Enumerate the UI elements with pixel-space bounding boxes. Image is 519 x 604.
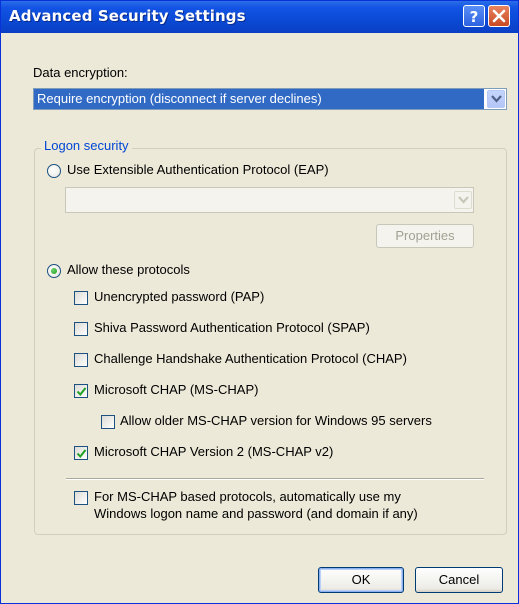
chap-checkbox[interactable]: [74, 353, 88, 367]
ms-chap-v2-checkbox[interactable]: [74, 446, 88, 460]
cancel-button-label: Cancel: [438, 572, 480, 587]
svg-text:?: ?: [470, 8, 479, 26]
pap-label[interactable]: Unencrypted password (PAP): [94, 289, 264, 304]
chap-label[interactable]: Challenge Handshake Authentication Proto…: [94, 351, 407, 366]
dropdown-button[interactable]: [487, 90, 505, 108]
ok-button-label: OK: [351, 572, 371, 587]
spap-checkbox[interactable]: [74, 322, 88, 336]
auto-logon-label-line1[interactable]: For MS-CHAP based protocols, automatical…: [94, 489, 401, 504]
separator: [66, 478, 484, 480]
older-ms-chap-checkbox[interactable]: [101, 415, 115, 429]
auto-logon-checkbox[interactable]: [74, 491, 88, 505]
eap-radio[interactable]: [47, 164, 61, 178]
logon-security-legend: Logon security: [41, 138, 132, 153]
help-button[interactable]: ?: [463, 5, 485, 27]
advanced-security-settings-dialog: Advanced Security Settings ? Data encryp…: [0, 0, 519, 604]
older-ms-chap-label[interactable]: Allow older MS-CHAP version for Windows …: [120, 413, 432, 428]
eap-type-select[interactable]: [65, 187, 474, 213]
cancel-button[interactable]: Cancel: [415, 567, 503, 593]
ok-button[interactable]: OK: [318, 567, 404, 593]
allow-protocols-radio[interactable]: [47, 264, 61, 278]
close-icon: [492, 9, 506, 23]
window-title: Advanced Security Settings: [9, 7, 246, 25]
title-bar[interactable]: Advanced Security Settings ?: [1, 1, 518, 33]
chevron-down-icon: [491, 95, 502, 103]
checkmark-icon: [76, 449, 87, 459]
ms-chap-checkbox[interactable]: [74, 384, 88, 398]
help-icon: ?: [470, 8, 479, 26]
eap-dropdown-button[interactable]: [454, 191, 472, 209]
data-encryption-select[interactable]: Require encryption (disconnect if server…: [33, 88, 507, 110]
pap-checkbox[interactable]: [74, 291, 88, 305]
radio-selected-dot: [51, 268, 57, 274]
close-button[interactable]: [488, 5, 510, 27]
ms-chap-v2-label[interactable]: Microsoft CHAP Version 2 (MS-CHAP v2): [94, 444, 333, 459]
allow-protocols-label[interactable]: Allow these protocols: [67, 262, 190, 277]
data-encryption-label: Data encryption:: [33, 65, 128, 80]
properties-button-label: Properties: [395, 228, 455, 243]
checkmark-icon: [76, 387, 87, 397]
chevron-down-icon: [458, 196, 469, 204]
spap-label[interactable]: Shiva Password Authentication Protocol (…: [94, 320, 370, 335]
properties-button[interactable]: Properties: [376, 224, 474, 248]
ms-chap-label[interactable]: Microsoft CHAP (MS-CHAP): [94, 382, 258, 397]
data-encryption-value: Require encryption (disconnect if server…: [34, 89, 484, 109]
eap-radio-label[interactable]: Use Extensible Authentication Protocol (…: [67, 162, 329, 177]
auto-logon-label-line2[interactable]: Windows logon name and password (and dom…: [94, 506, 418, 521]
